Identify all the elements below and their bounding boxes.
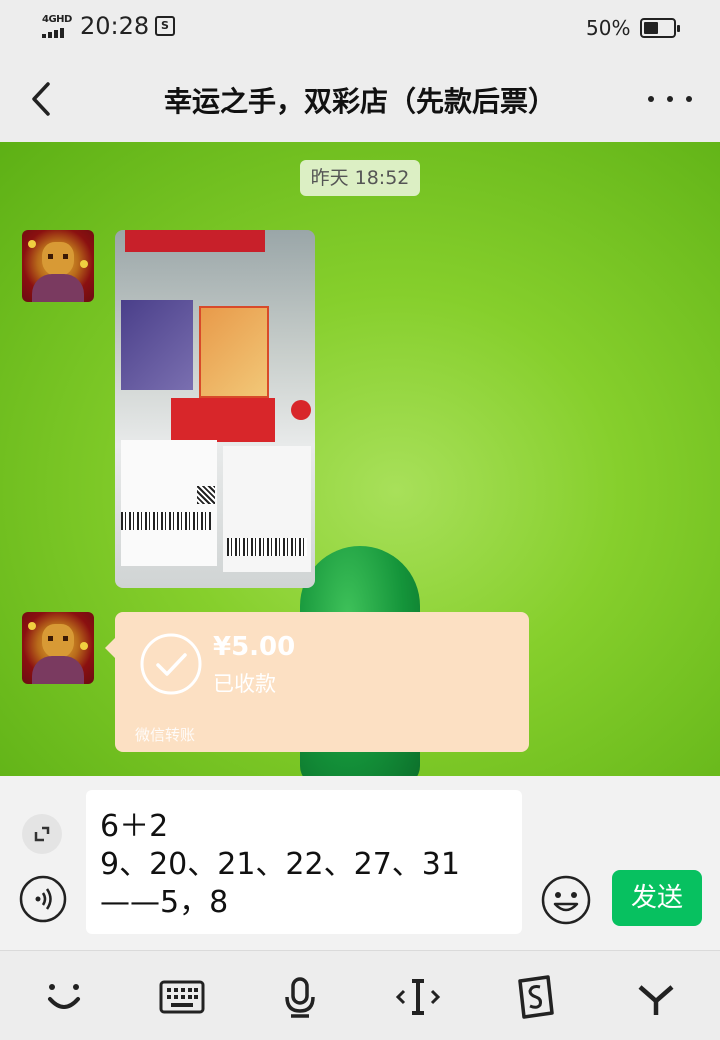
voice-icon <box>19 875 67 923</box>
keyboard-icon <box>159 980 205 1014</box>
composer: 6＋2 9、20、21、22、27、31 ——5，8 发送 <box>0 776 720 950</box>
expand-icon <box>34 826 50 842</box>
keyboard-button[interactable] <box>158 973 206 1021</box>
clipboard-icon <box>518 975 554 1019</box>
collapse-button[interactable] <box>632 973 680 1021</box>
text-cursor-button[interactable] <box>394 973 442 1021</box>
message-input[interactable]: 6＋2 9、20、21、22、27、31 ——5，8 <box>86 790 522 934</box>
microphone-button[interactable] <box>276 973 324 1021</box>
message-timestamp: 昨天 18:52 <box>300 160 420 196</box>
voice-button[interactable] <box>18 874 68 924</box>
avatar-icon[interactable] <box>22 612 94 684</box>
collapse-icon <box>638 985 674 1015</box>
more-button[interactable] <box>648 84 692 114</box>
transfer-status: 已收款 <box>213 672 276 696</box>
input-line: 9、20、21、22、27、31 <box>100 847 460 882</box>
avatar-icon[interactable] <box>22 230 94 302</box>
status-time: 20:28 <box>80 12 150 40</box>
more-dots-icon <box>648 96 654 102</box>
smile-button[interactable] <box>40 973 88 1021</box>
text-cursor-icon <box>395 979 441 1015</box>
transfer-amount: ¥5.00 <box>213 632 296 662</box>
back-button[interactable] <box>22 76 62 122</box>
expand-button[interactable] <box>22 814 62 854</box>
image-message[interactable] <box>115 230 315 588</box>
check-circle-icon <box>140 633 202 695</box>
status-bar: 4GHD 20:28 S 50% <box>0 0 720 56</box>
title-bar: 幸运之手，双彩店（先款后票） <box>0 56 720 142</box>
input-line: ——5，8 <box>100 885 229 920</box>
emoji-button[interactable] <box>540 874 592 926</box>
send-button[interactable]: 发送 <box>612 870 702 926</box>
microphone-icon <box>285 977 315 1018</box>
chevron-left-icon <box>32 82 50 116</box>
transfer-label: 微信转账 <box>135 726 196 744</box>
battery-fill <box>644 22 658 34</box>
chat-title: 幸运之手，双彩店（先款后票） <box>163 85 556 118</box>
network-label: 4GHD <box>42 14 72 25</box>
smile-icon <box>48 984 80 1009</box>
chat-area[interactable]: 昨天 18:52 ¥5.00 已收款 微信转账 <box>0 142 720 776</box>
input-line: 6＋2 <box>100 809 169 844</box>
network-icon: 4GHD <box>42 14 74 40</box>
emoji-icon <box>541 875 591 925</box>
status-extra-icon: S <box>155 16 175 36</box>
battery-icon <box>640 18 680 38</box>
transfer-message[interactable]: ¥5.00 已收款 微信转账 <box>105 612 529 752</box>
keyboard-toolbar <box>0 950 720 1040</box>
clipboard-button[interactable] <box>512 973 560 1021</box>
battery-percent: 50% <box>586 16 631 40</box>
